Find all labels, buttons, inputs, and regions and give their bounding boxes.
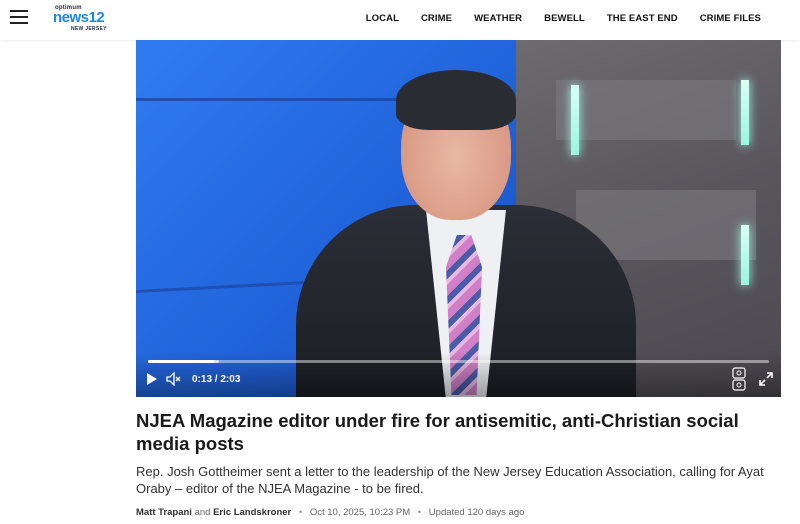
captions-icon[interactable] xyxy=(732,367,746,391)
byline-separator: • xyxy=(417,507,422,518)
studio-light xyxy=(741,80,749,145)
video-current-time: 0:13 xyxy=(192,374,213,385)
nav-local[interactable]: LOCAL xyxy=(366,13,399,24)
news-anchor-image xyxy=(296,60,636,397)
article-byline: Matt Trapani and Eric Landskroner • Oct … xyxy=(136,507,524,518)
news12-logo[interactable]: optimum news12 NEW JERSEY xyxy=(53,5,113,33)
nav-bewell[interactable]: BEWELL xyxy=(544,13,585,24)
video-time: 0:13 / 2:03 xyxy=(192,374,241,385)
studio-light xyxy=(741,225,749,285)
fullscreen-icon[interactable] xyxy=(759,372,773,386)
author-link[interactable]: Matt Trapani xyxy=(136,507,192,518)
nav-the-east-end[interactable]: THE EAST END xyxy=(607,13,678,24)
nav-crime[interactable]: CRIME xyxy=(421,13,452,24)
mute-icon[interactable] xyxy=(166,372,182,386)
nav-crime-files[interactable]: CRIME FILES xyxy=(700,13,761,24)
author-link[interactable]: Eric Landskroner xyxy=(213,507,291,518)
byline-and: and xyxy=(194,507,211,518)
site-header: optimum news12 NEW JERSEY LOCAL CRIME WE… xyxy=(0,0,800,40)
nav-weather[interactable]: WEATHER xyxy=(474,13,522,24)
article-headline[interactable]: NJEA Magazine editor under fire for anti… xyxy=(136,409,766,455)
video-progress-fill xyxy=(148,360,214,363)
article-date: Oct 10, 2025, 10:23 PM xyxy=(309,507,411,518)
logo-news12-text: news12 xyxy=(53,9,105,26)
menu-icon[interactable] xyxy=(10,10,28,24)
video-progress-bar[interactable] xyxy=(148,360,769,363)
byline-separator: • xyxy=(298,507,303,518)
play-icon[interactable] xyxy=(146,372,158,386)
video-player[interactable]: 0:13 / 2:03 xyxy=(136,40,781,397)
logo-new-jersey-text: NEW JERSEY xyxy=(71,26,107,32)
main-nav: LOCAL CRIME WEATHER BEWELL THE EAST END … xyxy=(344,13,761,24)
video-duration: 2:03 xyxy=(220,374,241,385)
article-updated: Updated 120 days ago xyxy=(428,507,525,518)
article-summary: Rep. Josh Gottheimer sent a letter to th… xyxy=(136,464,764,496)
